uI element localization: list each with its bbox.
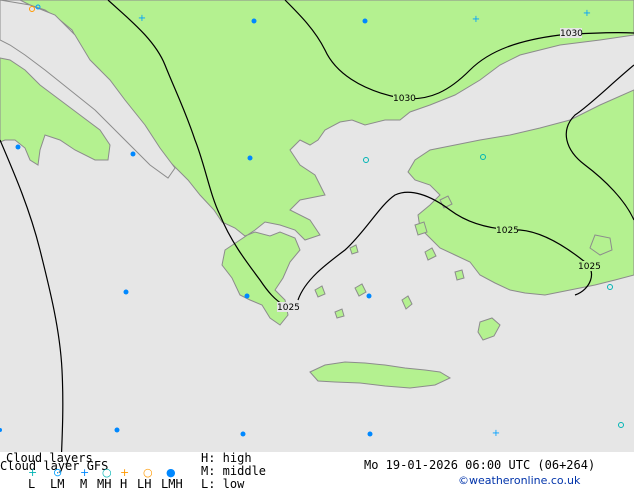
marker-middle: [367, 431, 373, 437]
legend-layer-label: MH: [97, 477, 112, 491]
isobar-label: 1025: [496, 226, 519, 236]
marker-middle: [362, 18, 368, 24]
marker-high: +: [138, 13, 146, 24]
isobar-label: 1030: [560, 29, 583, 39]
marker-middle: [247, 155, 253, 161]
marker-middle: [130, 151, 136, 157]
legend-layer-label: LH: [137, 477, 152, 491]
credit-link[interactable]: ©weatheronline.co.uk: [458, 474, 580, 488]
marker-high: +: [472, 14, 480, 25]
valid-time: Mo 19-01-2026 06:00 UTC (06+264): [364, 458, 596, 472]
legend-key-low: L: low: [201, 477, 245, 491]
legend-key-high: H: high: [201, 451, 252, 465]
legend-layer-label: LM: [50, 477, 65, 491]
legend-layer-label: L: [28, 477, 36, 491]
legend-layer-label: M: [80, 477, 88, 491]
marker-middle: [114, 427, 120, 433]
marker-middle: [15, 144, 21, 150]
marker-middle: [366, 293, 372, 299]
marker-middle: [251, 18, 257, 24]
isobar-label: 1030: [393, 94, 416, 104]
isobar-label: 1025: [578, 262, 601, 272]
weather-map: 1030 1030 1025 1025 1025 + + + +: [0, 0, 634, 490]
isobar-label: 1025: [277, 303, 300, 313]
legend-layer-label: LMH: [161, 477, 183, 491]
marker-high: +: [583, 8, 591, 19]
marker-middle: [244, 293, 250, 299]
marker-high: +: [492, 428, 500, 439]
legend-layer-label: H: [120, 477, 128, 491]
marker-middle: [240, 431, 246, 437]
legend-key-middle: M: middle: [201, 464, 267, 478]
marker-middle: [123, 289, 129, 295]
